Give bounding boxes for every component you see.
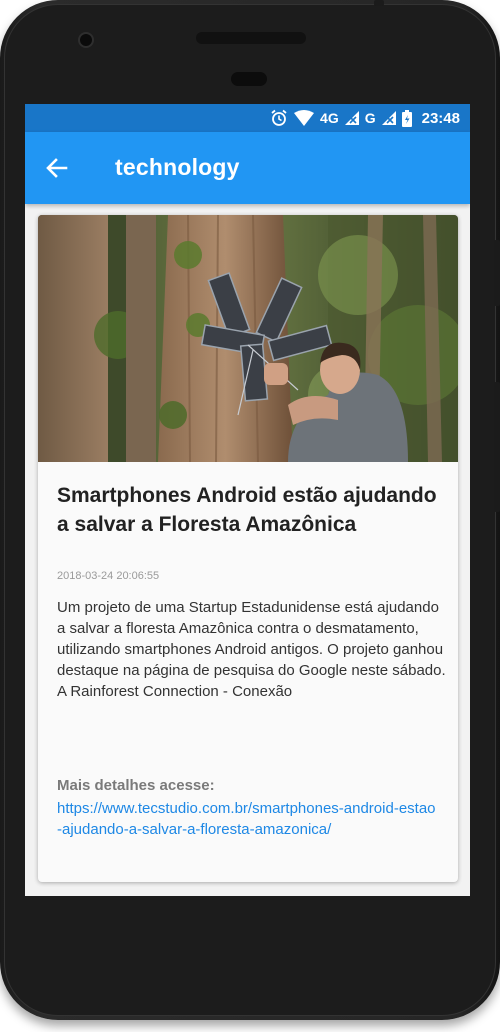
article-date: 2018-03-24 20:06:55 [57, 570, 160, 582]
article-title: Smartphones Android estão ajudando a sal… [57, 484, 437, 536]
earpiece-speaker [196, 32, 306, 44]
signal-icon [344, 111, 359, 125]
status-bar: 4G G 23:48 [25, 104, 470, 132]
back-button[interactable] [43, 154, 71, 182]
article-card[interactable]: Smartphones Android estão ajudando a sal… [38, 215, 458, 882]
app-bar: technology [25, 132, 470, 204]
article-body: Um projeto de uma Startup Estadunidense … [57, 599, 446, 700]
battery-icon [401, 109, 412, 127]
network-type-1: 4G [320, 110, 339, 126]
more-details-label: Mais detalhes acesse: [57, 777, 215, 794]
status-time: 23:48 [421, 109, 460, 127]
sensor-slot [231, 72, 267, 86]
wifi-icon [294, 110, 315, 126]
signal-icon [381, 111, 396, 125]
power-button [494, 382, 500, 512]
screen: 4G G 23:48 technology Smartphones Androi… [25, 104, 470, 896]
article-image [38, 215, 458, 462]
page-title: technology [115, 154, 240, 180]
arrow-left-icon [46, 158, 68, 178]
article-link[interactable]: https://www.tecstudio.com.br/smartphones… [57, 798, 437, 840]
volume-button [494, 240, 500, 306]
network-type-2: G [364, 110, 376, 126]
front-camera [80, 34, 92, 46]
alarm-icon [270, 109, 288, 127]
top-button [374, 0, 384, 6]
